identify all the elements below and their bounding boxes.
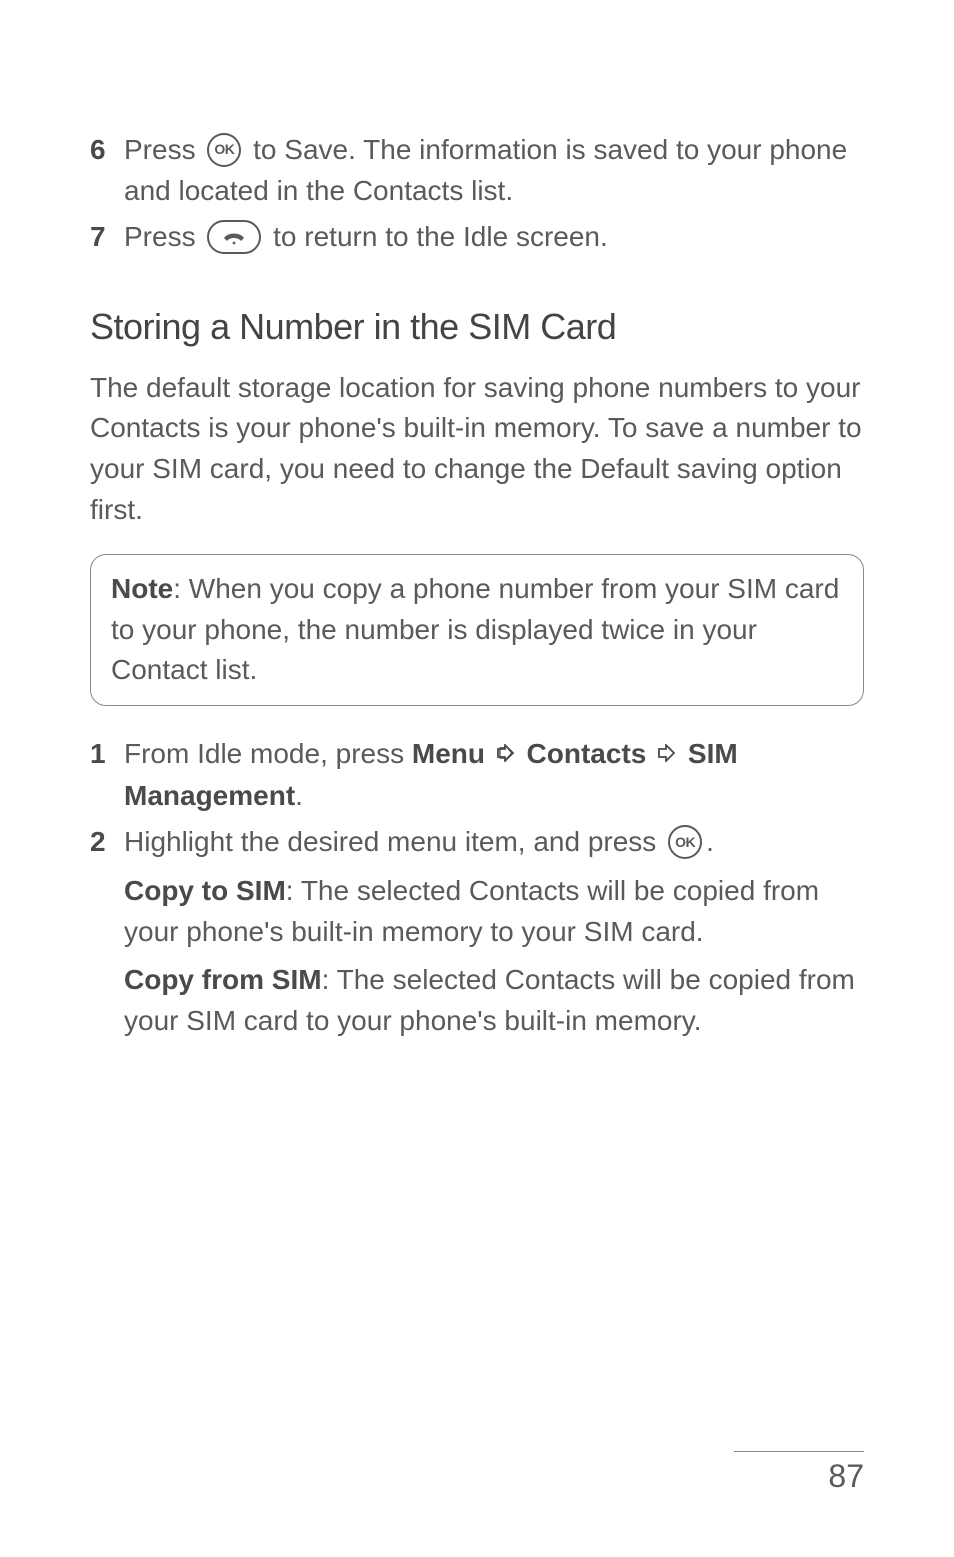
section-heading: Storing a Number in the SIM Card <box>90 306 864 348</box>
step-body: From Idle mode, press Menu Contacts SIM … <box>124 734 864 817</box>
note-box: Note: When you copy a phone number from … <box>90 554 864 706</box>
arrow-right-icon <box>497 733 515 774</box>
end-call-button-icon <box>207 220 261 254</box>
note-label: Note <box>111 573 173 604</box>
step-1: 1 From Idle mode, press Menu Contacts SI… <box>90 734 864 817</box>
step-number: 2 <box>90 822 124 863</box>
text: . <box>295 780 303 811</box>
arrow-right-icon <box>658 733 676 774</box>
step-number: 6 <box>90 130 124 171</box>
page-footer: 87 <box>734 1451 864 1495</box>
text: Highlight the desired menu item, and pre… <box>124 826 664 857</box>
step-body: Press OK to Save. The information is sav… <box>124 130 864 211</box>
page-number: 87 <box>734 1458 864 1495</box>
ok-button-icon: OK <box>668 825 702 859</box>
step-number: 7 <box>90 217 124 258</box>
text: . <box>706 826 714 857</box>
intro-paragraph: The default storage location for saving … <box>90 368 864 530</box>
contacts-label: Contacts <box>527 738 647 769</box>
step-number: 1 <box>90 734 124 775</box>
menu-label: Menu <box>412 738 485 769</box>
footer-rule <box>734 1451 864 1452</box>
copy-from-sim-label: Copy from SIM <box>124 964 322 995</box>
text: From Idle mode, press <box>124 738 412 769</box>
step-2: 2 Highlight the desired menu item, and p… <box>90 822 864 1049</box>
step-7: 7 Press to return to the Idle screen. <box>90 217 864 258</box>
text: Press <box>124 221 203 252</box>
text: Press <box>124 134 203 165</box>
ok-button-icon: OK <box>207 133 241 167</box>
step-body: Press to return to the Idle screen. <box>124 217 864 258</box>
note-text: : When you copy a phone number from your… <box>111 573 839 685</box>
step-body: Highlight the desired menu item, and pre… <box>124 822 864 1049</box>
text: to return to the Idle screen. <box>265 221 607 252</box>
step-6: 6 Press OK to Save. The information is s… <box>90 130 864 211</box>
copy-to-sim-label: Copy to SIM <box>124 875 286 906</box>
